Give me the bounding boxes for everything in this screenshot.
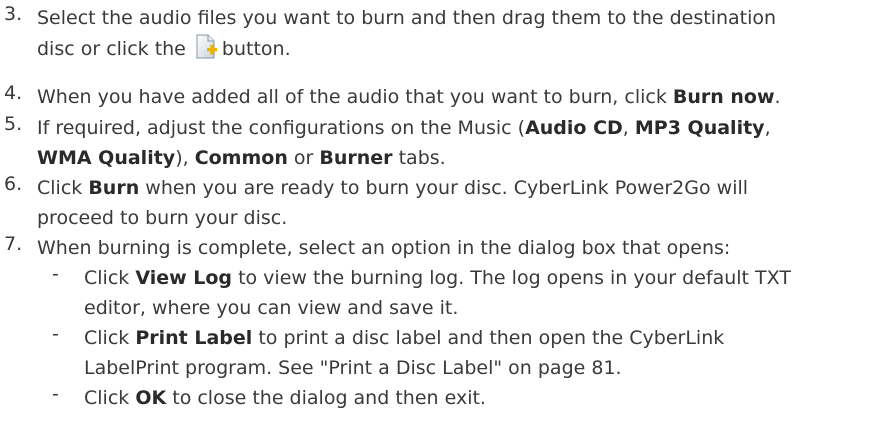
bullet-text-part: Click	[84, 267, 136, 289]
bullet-text-part: LabelPrint program. See "Print a Disc La…	[84, 357, 622, 379]
bullet-text-part: Click	[84, 327, 136, 349]
step-number: 7.	[4, 233, 23, 255]
bullet-text-part: editor, where you can view and save it.	[84, 297, 459, 319]
ui-term: MP3 Quality	[634, 117, 765, 139]
step-text: If required, adjust the configurations o…	[37, 113, 882, 173]
ui-term: Common	[194, 147, 288, 169]
step-text: Select the audio files you want to burn …	[37, 3, 882, 65]
ui-term: Burn now	[672, 86, 775, 108]
bullet-text-part: to close the dialog and then exit.	[166, 387, 486, 409]
bullet-text-part: to view the burning log. The log opens i…	[232, 267, 791, 289]
step-text-part: If required, adjust the configurations o…	[37, 117, 526, 139]
step-text: When you have added all of the audio tha…	[37, 82, 882, 113]
step-text-part: When you have added all of the audio tha…	[37, 86, 673, 108]
ui-term: Burner	[319, 147, 393, 169]
step-text-part: or	[287, 147, 320, 169]
step-text-part: when you are ready to burn your disc. Cy…	[139, 177, 749, 199]
bullet-text-part: to print a disc label and then open the …	[252, 327, 725, 349]
step-text-part: ,	[764, 117, 771, 139]
bullet-dash: -	[52, 263, 59, 285]
step-text-part: .	[774, 86, 781, 108]
step-line: Select the audio files you want to burn …	[37, 7, 777, 29]
step-text: When burning is complete, select an opti…	[37, 237, 731, 259]
step-line: disc or click the	[37, 38, 186, 60]
step-text-part: proceed to burn your disc.	[37, 207, 288, 229]
add-file-icon	[194, 34, 218, 60]
ui-term: Audio CD	[525, 117, 623, 139]
step-number: 4.	[4, 82, 23, 104]
step-line: button.	[221, 38, 291, 60]
bullet-text-part: Click	[84, 387, 136, 409]
step-text: Click Burn when you are ready to burn yo…	[37, 173, 882, 233]
bullet-dash: -	[52, 323, 59, 345]
step-number: 5.	[4, 113, 23, 135]
bullet-text: Click OK to close the dialog and then ex…	[84, 383, 884, 413]
step-number: 3.	[4, 3, 23, 25]
ui-term: Print Label	[135, 327, 253, 349]
bullet-text: Click View Log to view the burning log. …	[84, 263, 884, 323]
ui-term: OK	[135, 387, 167, 409]
bullet-dash: -	[52, 383, 59, 405]
step-text-part: Click	[37, 177, 89, 199]
bullet-text: Click Print Label to print a disc label …	[84, 323, 884, 383]
ui-term: View Log	[135, 267, 233, 289]
step-number: 6.	[4, 173, 23, 195]
ui-term: WMA Quality	[37, 147, 176, 169]
step-text-part: tabs.	[392, 147, 446, 169]
step-text-part: ),	[175, 147, 195, 169]
step-text-part: ,	[622, 117, 635, 139]
ui-term: Burn	[88, 177, 140, 199]
